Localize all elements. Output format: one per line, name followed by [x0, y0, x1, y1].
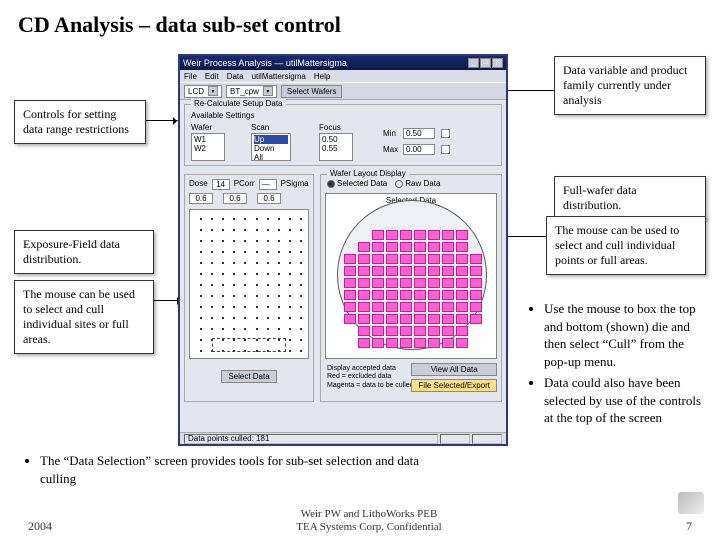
callout-exp-mouse: The mouse can be used to select and cull… — [14, 280, 154, 354]
footer-center: Weir PW and LithoWorks PEB TEA Systems C… — [296, 508, 441, 534]
legend: Display accepted data Red = excluded dat… — [327, 365, 421, 390]
menu-file[interactable]: File — [184, 72, 197, 81]
app-titlebar: Weir Process Analysis — utilMattersigma … — [180, 56, 506, 70]
list-item[interactable]: W2 — [194, 144, 222, 153]
list-scan[interactable]: Up Down All — [251, 133, 291, 161]
footer-page: 7 — [686, 519, 692, 534]
list-focus[interactable]: 0.50 0.55 — [319, 133, 353, 161]
lbl-dose: Dose — [189, 179, 208, 190]
bullet-bottom-1: The “Data Selection” screen provides too… — [40, 452, 452, 487]
bullets-right: Use the mouse to box the top and bottom … — [528, 300, 708, 431]
val-dose: 14 — [212, 179, 230, 190]
input-max[interactable] — [403, 144, 435, 155]
arrow-controls — [146, 120, 180, 121]
selection-box[interactable] — [212, 338, 286, 352]
list-wafer[interactable]: W1 W2 — [191, 133, 225, 161]
bullet-right-1: Use the mouse to box the top and bottom … — [544, 300, 708, 370]
radio-selected[interactable]: Selected Data — [327, 179, 387, 188]
app-body: Re-Calculate Setup Data Available Settin… — [184, 104, 502, 428]
footer: 2004 Weir PW and LithoWorks PEB TEA Syst… — [0, 508, 720, 534]
dropdown-family[interactable]: BT_cpw ▾ — [226, 85, 277, 98]
footer-line-1: Weir PW and LithoWorks PEB — [296, 508, 441, 521]
chevron-down-icon: ▾ — [263, 86, 273, 96]
lbl-pcorr: PCorr — [234, 179, 255, 190]
lbl-focus: Focus — [319, 123, 341, 132]
view-all-button[interactable]: View All Data — [411, 363, 497, 376]
callout-full-wafer: Full-wafer data distribution. — [554, 176, 706, 220]
sub-label: Available Settings — [191, 111, 254, 120]
app-title: Weir Process Analysis — utilMattersigma — [183, 58, 347, 68]
list-item[interactable]: W1 — [194, 135, 222, 144]
footer-year: 2004 — [28, 519, 52, 534]
close-button[interactable]: × — [492, 58, 503, 68]
callout-exp-field: Exposure-Field data distribution. — [14, 230, 154, 274]
lbl-max: Max — [383, 145, 398, 154]
list-item[interactable]: Up — [254, 135, 288, 144]
app-statusbar: Data points culled: 181 — [180, 432, 506, 444]
slide-title: CD Analysis – data sub-set control — [18, 12, 702, 38]
footer-line-2: TEA Systems Corp. Confidential — [296, 521, 441, 534]
status-text: Data points culled: 181 — [184, 434, 438, 444]
dropdown-variable[interactable]: LCD ▾ — [184, 85, 222, 98]
minimize-button[interactable]: _ — [468, 58, 479, 68]
chevron-down-icon: ▾ — [208, 86, 218, 96]
lbl-scan: Scan — [251, 123, 269, 132]
menu-help[interactable]: Help — [314, 72, 330, 81]
lbl-wafer: Wafer — [191, 123, 212, 132]
val-b: 0.6 — [223, 193, 247, 204]
app-toolbar: LCD ▾ BT_cpw ▾ Select Wafers — [180, 82, 506, 100]
status-cell — [472, 434, 502, 444]
select-data-button[interactable]: Select Data — [221, 370, 276, 383]
group-setup-label: Re-Calculate Setup Data — [191, 99, 286, 108]
bullet-right-2: Data could also have been selected by us… — [544, 374, 708, 427]
menu-module[interactable]: utilMattersigma — [252, 72, 306, 81]
list-item[interactable]: Down — [254, 144, 288, 153]
group-setup: Re-Calculate Setup Data Available Settin… — [184, 104, 502, 166]
radio-raw[interactable]: Raw Data — [395, 179, 440, 188]
maximize-button[interactable]: □ — [480, 58, 491, 68]
group-wafer-label: Wafer Layout Display — [327, 169, 409, 178]
chk-min[interactable] — [441, 129, 450, 138]
app-window: Weir Process Analysis — utilMattersigma … — [178, 54, 508, 446]
callout-wafer-mouse: The mouse can be used to select and cull… — [546, 216, 706, 275]
export-button[interactable]: File Selected/Export — [411, 379, 497, 392]
input-min[interactable] — [403, 128, 435, 139]
menu-data[interactable]: Data — [227, 72, 244, 81]
exposure-field-chart[interactable] — [189, 209, 309, 359]
legend-line-2: Red = excluded data — [327, 373, 421, 381]
legend-line-3: Magenta = data to be culled — [327, 382, 421, 390]
menu-edit[interactable]: Edit — [205, 72, 219, 81]
toolbar-select-wafers[interactable]: Select Wafers — [281, 85, 343, 98]
callout-data-variable: Data variable and product family current… — [554, 56, 706, 115]
status-cell — [440, 434, 470, 444]
val-c: 0.6 — [257, 193, 281, 204]
lbl-min: Min — [383, 129, 396, 138]
val-pcorr: — — [259, 179, 277, 190]
window-buttons: _ □ × — [468, 58, 503, 68]
dropdown-family-value: BT_cpw — [230, 87, 259, 96]
chk-max[interactable] — [441, 145, 450, 154]
wafer-chart[interactable]: Selected Data — [325, 193, 497, 359]
group-wafer-layout: Wafer Layout Display Selected Data Raw D… — [320, 174, 502, 402]
dropdown-variable-value: LCD — [188, 87, 204, 96]
legend-line-1: Display accepted data — [327, 365, 421, 373]
list-item[interactable]: All — [254, 153, 288, 161]
val-a: 0.6 — [189, 193, 213, 204]
group-exposure-field: Dose 14 PCorr — PSigma 0.6 0.6 0.6 Selec… — [184, 174, 314, 402]
callout-controls: Controls for setting data range restrict… — [14, 100, 146, 144]
list-item[interactable]: 0.55 — [322, 144, 350, 153]
list-item[interactable]: 0.50 — [322, 135, 350, 144]
lbl-psigma: PSigma — [281, 179, 309, 190]
app-menubar: File Edit Data utilMattersigma Help — [180, 70, 506, 82]
dot-grid — [200, 218, 300, 350]
bullets-bottom: The “Data Selection” screen provides too… — [22, 452, 452, 491]
